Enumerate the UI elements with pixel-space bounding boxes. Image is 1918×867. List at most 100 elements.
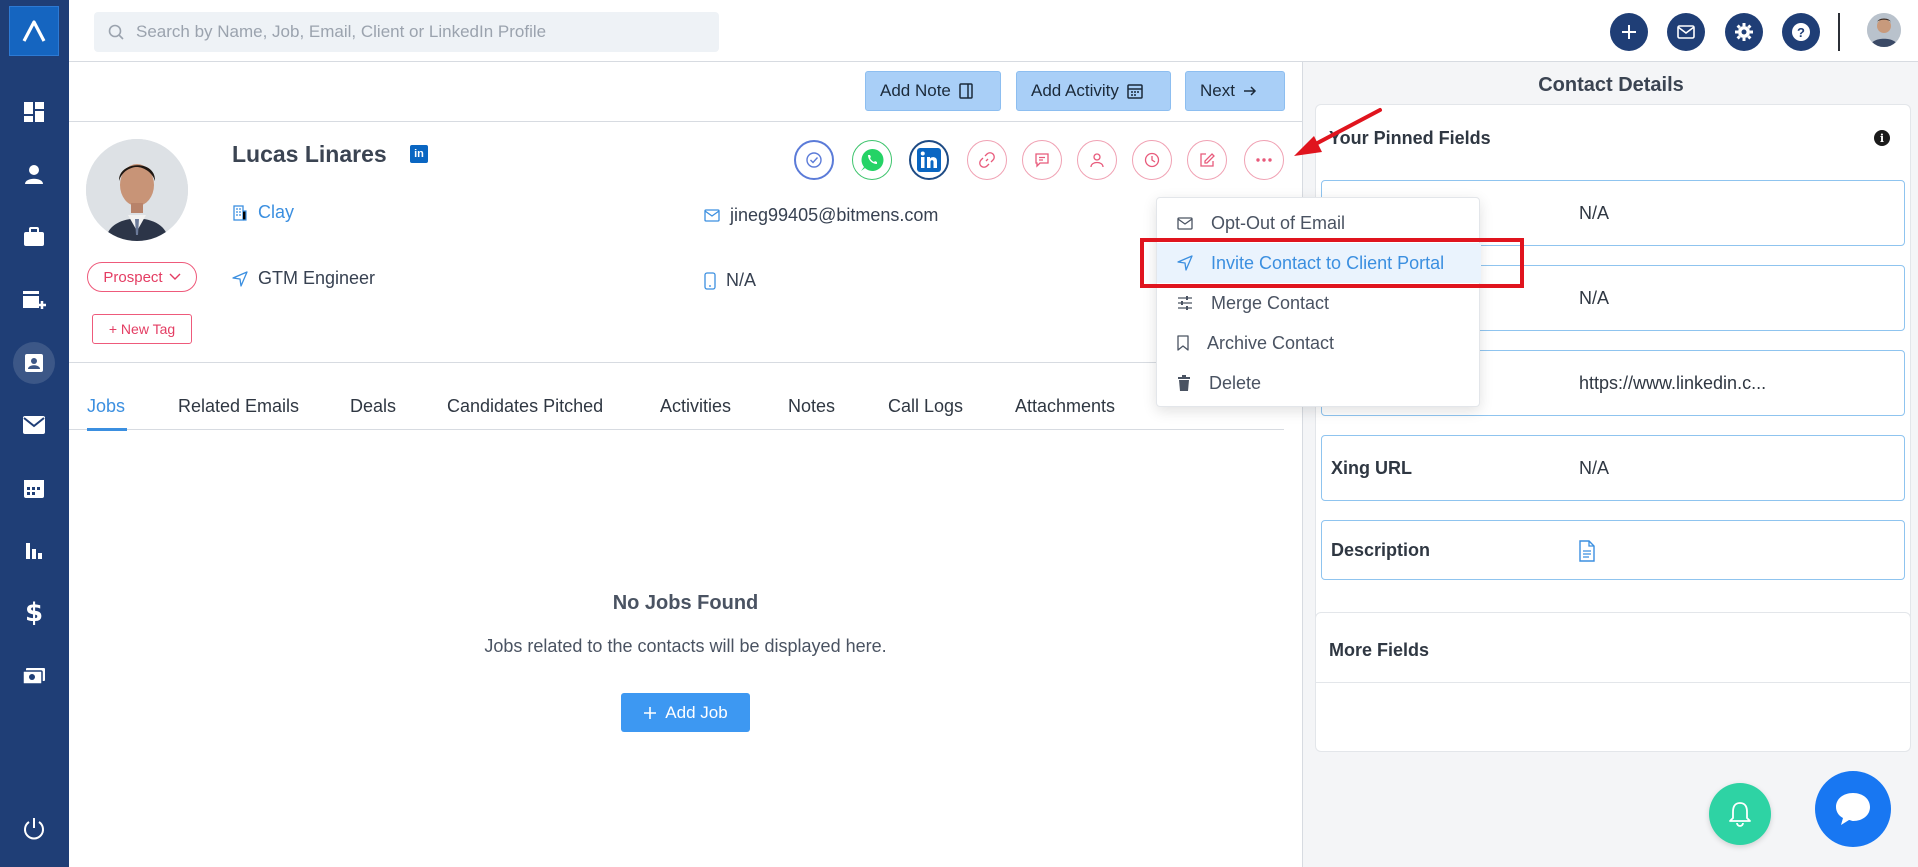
notification-button[interactable] <box>1709 783 1771 845</box>
chat-widget-button[interactable] <box>1815 771 1891 847</box>
xing-url-field[interactable]: Xing URL N/A <box>1321 435 1905 501</box>
tab-call-logs[interactable]: Call Logs <box>888 396 963 417</box>
envelope-icon <box>1677 25 1695 39</box>
user-avatar[interactable] <box>1867 13 1901 47</box>
tab-notes[interactable]: Notes <box>788 396 835 417</box>
add-job-button[interactable]: Add Job <box>621 693 750 732</box>
more-options-button[interactable] <box>1244 140 1284 180</box>
menu-item-label: Opt-Out of Email <box>1211 212 1346 233</box>
tab-jobs[interactable]: Jobs <box>87 396 125 417</box>
trash-icon <box>1178 375 1190 391</box>
contact-title: GTM Engineer <box>258 268 376 288</box>
contact-phone: N/A <box>726 270 757 290</box>
reminder-button[interactable] <box>1132 140 1172 180</box>
help-button[interactable]: ? <box>1782 13 1820 51</box>
add-activity-label: Add Activity <box>1031 81 1119 100</box>
dashboard-icon[interactable] <box>13 91 55 133</box>
menu-item-merge[interactable]: Merge Contact <box>1157 283 1481 323</box>
linkedin-logo-icon <box>917 148 941 172</box>
field-label: Xing URL <box>1331 458 1412 478</box>
svg-text:?: ? <box>1797 25 1805 40</box>
search-placeholder: Search by Name, Job, Email, Client or Li… <box>136 22 547 41</box>
linkedin-button[interactable] <box>909 140 949 180</box>
gear-icon <box>1735 23 1753 41</box>
add-button[interactable] <box>1610 13 1648 51</box>
phone-icon <box>704 271 716 290</box>
settings-button[interactable] <box>1725 13 1763 51</box>
contacts-icon[interactable] <box>13 342 55 384</box>
description-field[interactable]: Description <box>1321 520 1905 580</box>
top-bar: Search by Name, Job, Email, Client or Li… <box>69 0 1918 62</box>
linkedin-icon[interactable]: in <box>410 145 428 163</box>
store-add-icon[interactable] <box>13 279 55 321</box>
verify-button[interactable] <box>794 140 834 180</box>
bookmark-icon <box>1177 335 1189 351</box>
chat-bubble-icon <box>1836 793 1870 825</box>
person-icon[interactable] <box>13 153 55 195</box>
plus-icon <box>644 706 657 719</box>
tab-attachments[interactable]: Attachments <box>1015 396 1115 417</box>
status-label: Prospect <box>103 268 163 286</box>
calendar-icon[interactable] <box>13 467 55 509</box>
tab-activities[interactable]: Activities <box>660 396 731 417</box>
menu-item-label: Delete <box>1209 372 1262 393</box>
contact-email[interactable]: jineg99405@bitmens.com <box>730 205 938 226</box>
next-button[interactable]: Next <box>1185 71 1285 111</box>
contact-name: Lucas Linares <box>232 141 387 167</box>
more-fields-divider <box>1315 682 1911 683</box>
add-activity-button[interactable]: Add Activity <box>1016 71 1171 111</box>
search-input[interactable]: Search by Name, Job, Email, Client or Li… <box>94 12 719 52</box>
add-job-label: Add Job <box>665 702 728 722</box>
tab-related-emails[interactable]: Related Emails <box>178 396 299 417</box>
add-note-label: Add Note <box>880 81 951 100</box>
notebook-icon <box>959 83 973 99</box>
panel-title: Contact Details <box>1538 74 1684 96</box>
message-button[interactable] <box>1022 140 1062 180</box>
status-dropdown[interactable]: Prospect <box>87 262 197 292</box>
phone-row: N/A <box>704 270 756 291</box>
mail-icon[interactable] <box>13 404 55 446</box>
active-tab-indicator <box>87 428 127 431</box>
clock-icon <box>1144 152 1160 168</box>
empty-state-subtitle: Jobs related to the contacts will be dis… <box>484 636 887 656</box>
sliders-icon <box>1178 296 1192 310</box>
link-icon <box>979 152 995 168</box>
info-icon[interactable]: i <box>1874 130 1890 146</box>
billing-icon[interactable] <box>13 655 55 697</box>
tab-bar: Jobs Related Emails Deals Candidates Pit… <box>69 390 1284 431</box>
new-tag-button[interactable]: + New Tag <box>92 314 192 344</box>
edit-button[interactable] <box>1187 140 1227 180</box>
whatsapp-button[interactable] <box>852 140 892 180</box>
app-root: $ Search by Name, Job, Email, Client or … <box>0 0 1918 867</box>
more-fields-title[interactable]: More Fields <box>1329 640 1429 661</box>
next-label: Next <box>1200 81 1235 100</box>
menu-item-archive[interactable]: Archive Contact <box>1157 323 1481 363</box>
person-button[interactable] <box>1077 140 1117 180</box>
menu-item-label: Archive Contact <box>1207 332 1335 353</box>
contact-details-panel: Contact Details Your Pinned Fields i N/A… <box>1302 62 1918 867</box>
more-options-menu: Opt-Out of Email Invite Contact to Clien… <box>1156 197 1481 407</box>
edit-icon <box>1200 153 1215 167</box>
tab-candidates-pitched[interactable]: Candidates Pitched <box>447 396 603 417</box>
top-divider <box>1838 13 1840 51</box>
document-icon[interactable] <box>1578 540 1596 562</box>
field-value: N/A <box>1579 203 1610 223</box>
company-link[interactable]: Clay <box>258 202 294 223</box>
contact-photo <box>86 139 188 241</box>
building-icon <box>233 204 247 221</box>
reports-icon[interactable] <box>13 530 55 572</box>
arrow-right-icon <box>1243 86 1257 96</box>
tab-deals[interactable]: Deals <box>350 396 396 417</box>
briefcase-icon[interactable] <box>13 216 55 258</box>
chevron-down-icon <box>169 273 181 280</box>
mail-button[interactable] <box>1667 13 1705 51</box>
logo[interactable] <box>9 6 59 56</box>
actions-bar: Add Note Add Activity Next <box>69 62 1302 122</box>
dollar-icon[interactable]: $ <box>13 592 55 634</box>
power-icon[interactable] <box>13 808 55 850</box>
menu-item-opt-out[interactable]: Opt-Out of Email <box>1157 203 1481 243</box>
link-button[interactable] <box>967 140 1007 180</box>
menu-item-delete[interactable]: Delete <box>1157 363 1481 403</box>
add-note-button[interactable]: Add Note <box>865 71 1001 111</box>
user-icon <box>1090 153 1104 168</box>
